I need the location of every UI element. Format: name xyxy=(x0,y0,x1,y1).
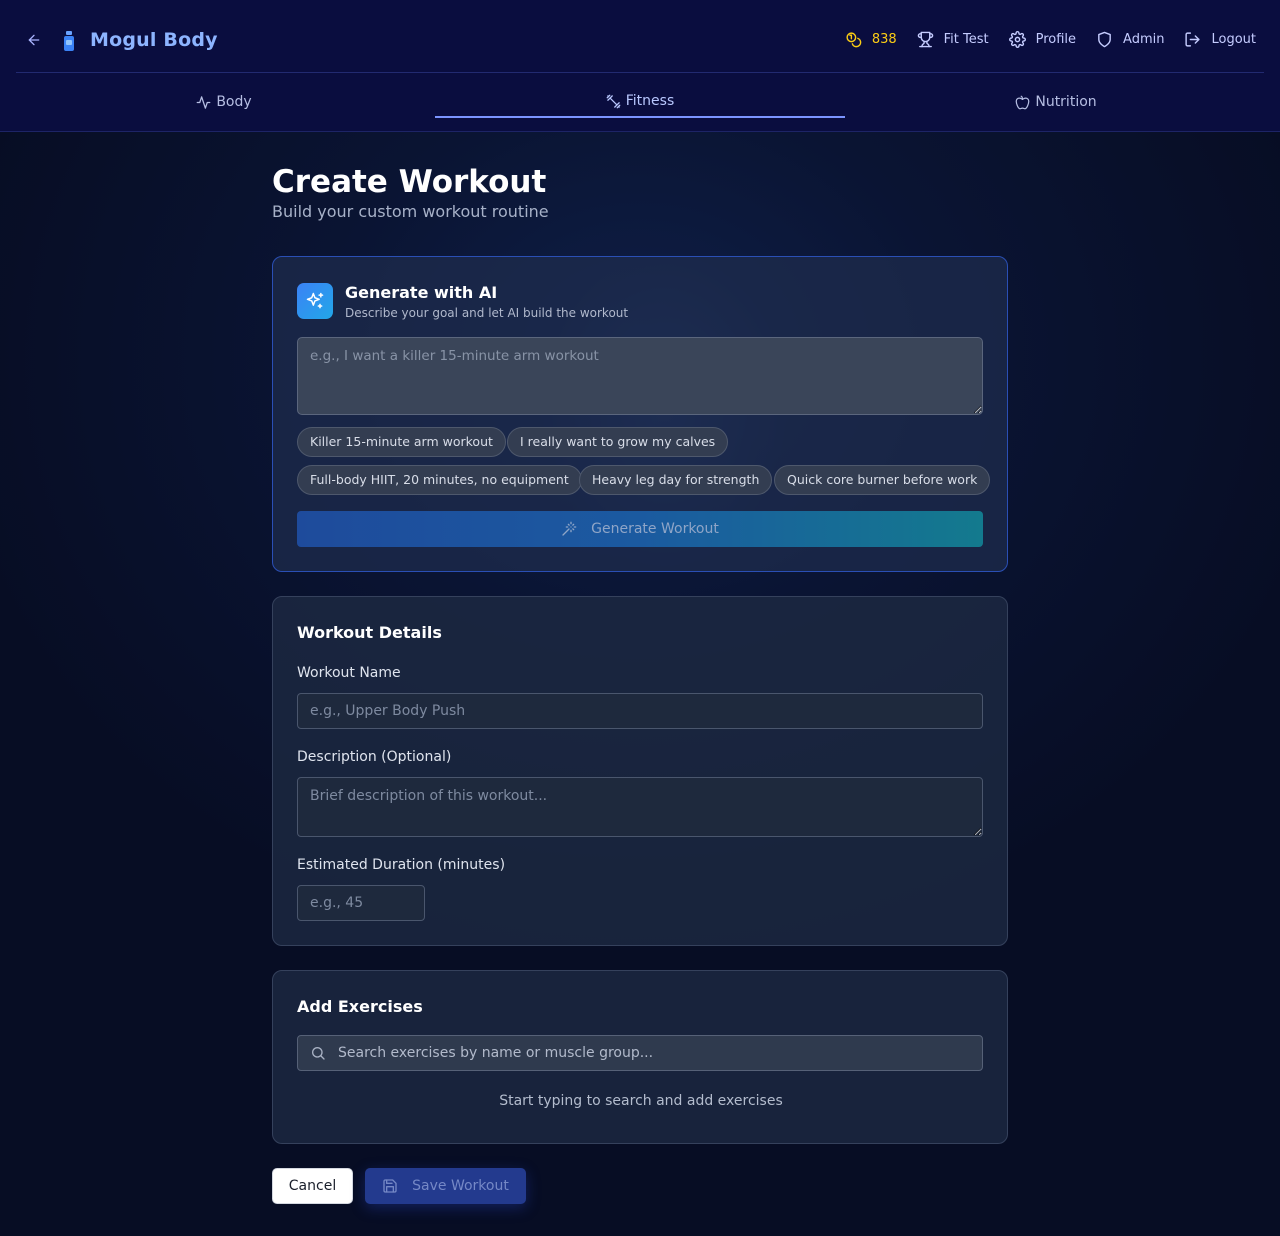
exercise-search-input[interactable] xyxy=(338,1036,978,1070)
details-title: Workout Details xyxy=(297,623,442,642)
search-hint: Start typing to search and add exercises xyxy=(499,1093,783,1109)
suggestion-chip[interactable]: Heavy leg day for strength xyxy=(579,465,773,495)
search-icon xyxy=(312,1047,325,1060)
tab-fitness[interactable]: Fitness xyxy=(432,73,848,131)
apple-icon xyxy=(1015,95,1030,109)
nav-profile-label: Profile xyxy=(1035,32,1077,47)
description-label: Description (Optional) xyxy=(297,749,452,765)
section-tabs: Body Fitness Nutrition xyxy=(16,73,1264,131)
top-bar: Mogul Body 838 Fit Test Profile Admin Lo… xyxy=(16,0,1264,73)
magic-wand-icon xyxy=(562,521,577,536)
tab-nutrition[interactable]: Nutrition xyxy=(848,73,1264,131)
duration-label: Estimated Duration (minutes) xyxy=(297,857,506,873)
suggestion-chip[interactable]: Killer 15-minute arm workout xyxy=(297,427,506,457)
workout-name-input[interactable] xyxy=(297,693,983,729)
app-header: Mogul Body 838 Fit Test Profile Admin Lo… xyxy=(0,0,1280,132)
coins-counter[interactable]: 838 xyxy=(845,31,897,48)
logout-icon xyxy=(1185,32,1201,47)
tab-body[interactable]: Body xyxy=(16,73,432,131)
nav-logout[interactable]: Logout xyxy=(1184,31,1256,48)
generate-workout-button[interactable]: Generate Workout xyxy=(297,511,983,547)
nav-admin[interactable]: Admin xyxy=(1096,31,1164,48)
nav-logout-label: Logout xyxy=(1211,32,1256,47)
arrow-left-icon xyxy=(28,34,40,46)
tab-fitness-label: Fitness xyxy=(625,93,675,109)
exercises-title: Add Exercises xyxy=(297,997,423,1016)
coins-icon xyxy=(846,32,862,48)
bottle-icon xyxy=(64,31,74,51)
shield-icon xyxy=(1098,31,1111,48)
suggestion-chip[interactable]: Quick core burner before work xyxy=(774,465,991,495)
dumbbell-icon xyxy=(606,94,621,108)
ai-generate-card: Generate with AI Describe your goal and … xyxy=(272,256,1008,572)
ai-card-subtitle: Describe your goal and let AI build the … xyxy=(345,306,629,320)
trophy-icon xyxy=(917,31,933,48)
sparkles-icon xyxy=(297,283,333,319)
suggestion-chip[interactable]: Full-body HIIT, 20 minutes, no equipment xyxy=(297,465,582,495)
save-workout-button[interactable]: Save Workout xyxy=(365,1168,526,1204)
nav-fit-test-label: Fit Test xyxy=(943,32,989,47)
activity-icon xyxy=(196,95,211,109)
save-workout-label: Save Workout xyxy=(412,1178,509,1194)
tab-body-label: Body xyxy=(216,94,252,110)
suggestion-chip[interactable]: I really want to grow my calves xyxy=(507,427,729,457)
page-subtitle: Build your custom workout routine xyxy=(272,202,549,221)
nav-fit-test[interactable]: Fit Test xyxy=(917,31,989,48)
ai-prompt-input[interactable] xyxy=(297,337,983,415)
tab-nutrition-label: Nutrition xyxy=(1035,94,1097,110)
page-title: Create Workout xyxy=(272,164,547,200)
generate-workout-label: Generate Workout xyxy=(591,521,719,537)
nav-profile[interactable]: Profile xyxy=(1008,31,1077,48)
gear-icon xyxy=(1008,31,1026,48)
workout-name-label: Workout Name xyxy=(297,665,401,681)
description-input[interactable] xyxy=(297,777,983,837)
ai-card-title: Generate with AI xyxy=(345,283,498,302)
header-nav: 838 Fit Test Profile Admin Logout xyxy=(845,31,1256,48)
save-icon xyxy=(383,1179,397,1193)
add-exercises-card: Add Exercises Start typing to search and… xyxy=(272,970,1008,1144)
back-button[interactable] xyxy=(24,30,44,50)
coins-value: 838 xyxy=(871,32,897,47)
duration-input[interactable] xyxy=(297,885,425,921)
cancel-button[interactable]: Cancel xyxy=(272,1168,353,1204)
nav-admin-label: Admin xyxy=(1123,32,1165,47)
brand-name[interactable]: Mogul Body xyxy=(90,29,218,51)
exercise-search xyxy=(297,1035,983,1071)
workout-details-card: Workout Details Workout Name Description… xyxy=(272,596,1008,946)
